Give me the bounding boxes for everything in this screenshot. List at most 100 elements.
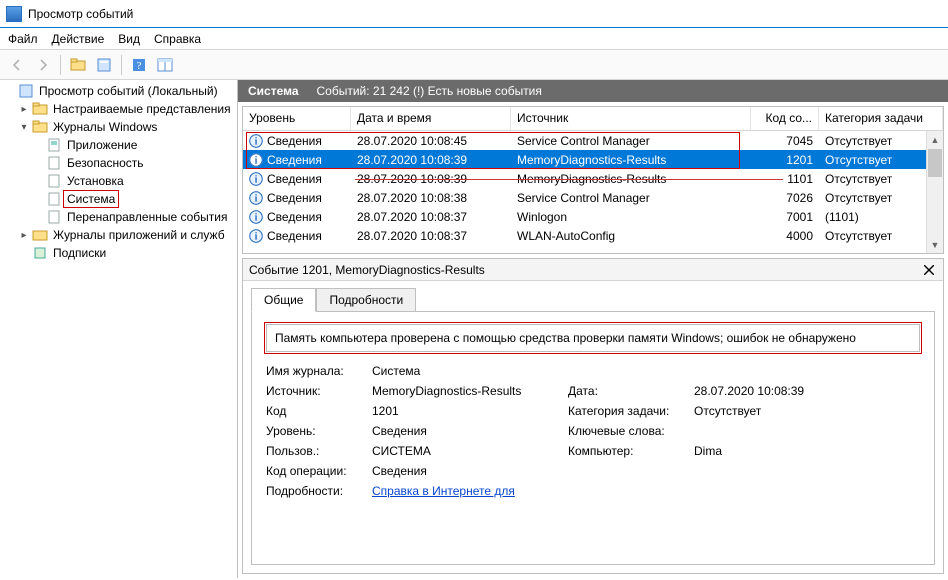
expand-icon[interactable]: ▸ bbox=[18, 104, 30, 115]
event-viewer-icon bbox=[18, 83, 34, 99]
scroll-down-icon[interactable]: ▼ bbox=[927, 236, 943, 253]
table-row[interactable]: iСведения28.07.2020 10:08:39MemoryDiagno… bbox=[243, 169, 943, 188]
log-header: Система Событий: 21 242 (!) Есть новые с… bbox=[238, 80, 948, 102]
right-panel: Система Событий: 21 242 (!) Есть новые с… bbox=[238, 80, 948, 578]
log-icon bbox=[46, 137, 62, 153]
grid-body: iСведения28.07.2020 10:08:45Service Cont… bbox=[243, 131, 943, 245]
value-keywords bbox=[694, 424, 884, 438]
col-source[interactable]: Источник bbox=[511, 107, 751, 130]
scroll-thumb[interactable] bbox=[928, 149, 942, 177]
expand-icon[interactable]: ▸ bbox=[18, 230, 30, 241]
value-code: 1201 bbox=[372, 404, 562, 418]
menu-file[interactable]: Файл bbox=[8, 32, 38, 46]
cell-source: Winlogon bbox=[511, 208, 751, 226]
table-row[interactable]: iСведения28.07.2020 10:08:38Service Cont… bbox=[243, 188, 943, 207]
back-button[interactable] bbox=[6, 54, 28, 76]
log-title: Система bbox=[248, 84, 299, 98]
label-level: Уровень: bbox=[266, 424, 366, 438]
col-level[interactable]: Уровень bbox=[243, 107, 351, 130]
tree-custom-views[interactable]: ▸ Настраиваемые представления bbox=[0, 100, 237, 118]
scroll-up-icon[interactable]: ▲ bbox=[927, 131, 943, 148]
detail-title: Событие 1201, MemoryDiagnostics-Results bbox=[249, 263, 485, 277]
tree-subscriptions[interactable]: Подписки bbox=[0, 244, 237, 262]
label-more: Подробности: bbox=[266, 484, 366, 498]
folder-icon bbox=[32, 227, 48, 243]
collapse-icon[interactable]: ▾ bbox=[18, 122, 30, 133]
cell-category: Отсутствует bbox=[819, 170, 943, 188]
close-icon[interactable] bbox=[921, 262, 937, 278]
table-row[interactable]: iСведения28.07.2020 10:08:39MemoryDiagno… bbox=[243, 150, 943, 169]
log-subtitle: Событий: 21 242 (!) Есть новые события bbox=[317, 84, 542, 98]
preview-button[interactable] bbox=[154, 54, 176, 76]
cell-category: Отсутствует bbox=[819, 151, 943, 169]
svg-text:?: ? bbox=[137, 60, 142, 72]
label-code: Код bbox=[266, 404, 366, 418]
col-code[interactable]: Код со... bbox=[751, 107, 819, 130]
cell-source: MemoryDiagnostics-Results bbox=[511, 151, 751, 169]
svg-text:i: i bbox=[255, 212, 258, 223]
detail-tabs: Общие Подробности bbox=[243, 281, 943, 311]
cell-level: iСведения bbox=[243, 151, 351, 169]
tab-body: Память компьютера проверена с помощью ср… bbox=[251, 311, 935, 565]
log-icon bbox=[46, 155, 62, 171]
forward-button[interactable] bbox=[32, 54, 54, 76]
cell-category: Отсутствует bbox=[819, 132, 943, 150]
tree-root[interactable]: Просмотр событий (Локальный) bbox=[0, 82, 237, 100]
menu-action[interactable]: Действие bbox=[52, 32, 105, 46]
svg-text:i: i bbox=[255, 231, 258, 242]
table-row[interactable]: iСведения28.07.2020 10:08:37Winlogon7001… bbox=[243, 207, 943, 226]
table-row[interactable]: iСведения28.07.2020 10:08:37WLAN-AutoCon… bbox=[243, 226, 943, 245]
field-grid: Имя журнала: Система Источник: MemoryDia… bbox=[266, 364, 920, 498]
vertical-scrollbar[interactable]: ▲ ▼ bbox=[926, 131, 943, 253]
cell-level: iСведения bbox=[243, 189, 351, 207]
cell-code: 1201 bbox=[751, 151, 819, 169]
window-title: Просмотр событий bbox=[28, 7, 133, 21]
cell-level: iСведения bbox=[243, 208, 351, 226]
tree-application[interactable]: Приложение bbox=[0, 136, 237, 154]
tree-setup[interactable]: Установка bbox=[0, 172, 237, 190]
title-bar: Просмотр событий bbox=[0, 0, 948, 28]
cell-date: 28.07.2020 10:08:39 bbox=[351, 151, 511, 169]
col-date[interactable]: Дата и время bbox=[351, 107, 511, 130]
svg-text:i: i bbox=[255, 174, 258, 185]
cell-date: 28.07.2020 10:08:45 bbox=[351, 132, 511, 150]
value-more-link[interactable]: Справка в Интернете для bbox=[372, 484, 884, 498]
cell-category: Отсутствует bbox=[819, 189, 943, 207]
cell-date: 28.07.2020 10:08:38 bbox=[351, 189, 511, 207]
tree-app-service-logs[interactable]: ▸ Журналы приложений и служб bbox=[0, 226, 237, 244]
col-category[interactable]: Категория задачи bbox=[819, 107, 943, 130]
label-user: Пользов.: bbox=[266, 444, 366, 458]
tree-security[interactable]: Безопасность bbox=[0, 154, 237, 172]
detail-header: Событие 1201, MemoryDiagnostics-Results bbox=[243, 259, 943, 281]
properties-button[interactable] bbox=[93, 54, 115, 76]
folder-icon bbox=[32, 119, 48, 135]
menu-bar: Файл Действие Вид Справка bbox=[0, 28, 948, 50]
help-button[interactable]: ? bbox=[128, 54, 150, 76]
app-icon bbox=[6, 6, 22, 22]
subscription-icon bbox=[32, 245, 48, 261]
tree-system[interactable]: Система bbox=[0, 190, 237, 208]
menu-help[interactable]: Справка bbox=[154, 32, 201, 46]
open-saved-log-button[interactable] bbox=[67, 54, 89, 76]
tab-general[interactable]: Общие bbox=[251, 288, 316, 312]
tab-details[interactable]: Подробности bbox=[316, 288, 416, 312]
cell-level: iСведения bbox=[243, 132, 351, 150]
cell-code: 4000 bbox=[751, 227, 819, 245]
event-message: Память компьютера проверена с помощью ср… bbox=[266, 324, 920, 352]
value-computer: Dima bbox=[694, 444, 884, 458]
tree-panel: Просмотр событий (Локальный) ▸ Настраива… bbox=[0, 80, 238, 578]
value-log: Система bbox=[372, 364, 562, 378]
label-date: Дата: bbox=[568, 384, 688, 398]
svg-text:i: i bbox=[255, 136, 258, 147]
value-source: MemoryDiagnostics-Results bbox=[372, 384, 562, 398]
tree-forwarded[interactable]: Перенаправленные события bbox=[0, 208, 237, 226]
folder-icon bbox=[32, 101, 48, 117]
event-grid: Уровень Дата и время Источник Код со... … bbox=[242, 106, 944, 254]
label-category: Категория задачи: bbox=[568, 404, 688, 418]
table-row[interactable]: iСведения28.07.2020 10:08:45Service Cont… bbox=[243, 131, 943, 150]
cell-source: Service Control Manager bbox=[511, 132, 751, 150]
menu-view[interactable]: Вид bbox=[118, 32, 140, 46]
tree-windows-logs[interactable]: ▾ Журналы Windows bbox=[0, 118, 237, 136]
label-keywords: Ключевые слова: bbox=[568, 424, 688, 438]
cell-source: Service Control Manager bbox=[511, 189, 751, 207]
